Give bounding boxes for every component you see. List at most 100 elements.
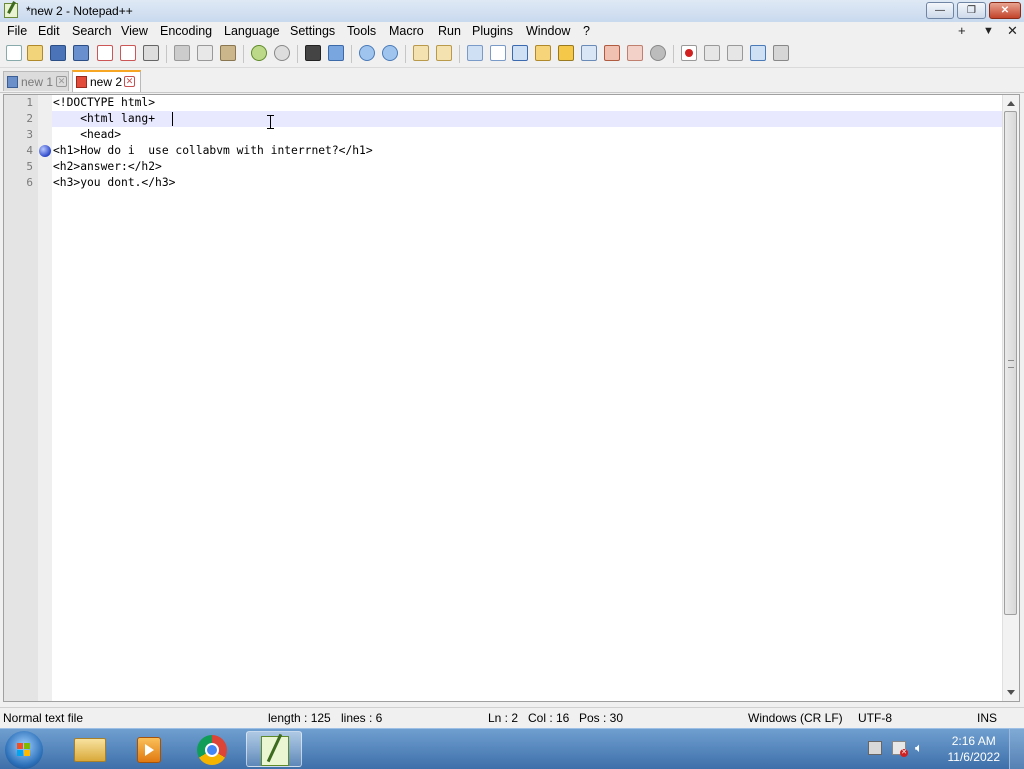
taskbar-media-player[interactable] (122, 731, 178, 767)
menu-help[interactable]: ? (583, 24, 590, 38)
status-lines: lines : 6 (341, 711, 383, 725)
code-line[interactable]: <html lang+ (53, 111, 155, 127)
saved-file-icon (7, 76, 18, 88)
unsaved-file-icon (76, 76, 87, 88)
find-icon[interactable] (305, 45, 321, 61)
code-line[interactable]: <head> (53, 127, 121, 143)
playback-macro-icon[interactable] (727, 45, 743, 61)
status-bar: Normal text file length : 125 lines : 6 … (0, 707, 1024, 729)
close-file-icon[interactable] (97, 45, 113, 61)
new-tab-menu-button[interactable]: + (958, 23, 966, 38)
menu-window[interactable]: Window (526, 24, 570, 38)
minimize-button[interactable]: — (926, 2, 954, 19)
paste-icon[interactable] (220, 45, 236, 61)
tab-label: new 2 (90, 75, 123, 89)
define-language-icon[interactable] (535, 45, 551, 61)
tab-close-icon[interactable]: ✕ (56, 76, 67, 87)
tab-list-menu-button[interactable]: ▼ (983, 25, 994, 37)
zoom-out-icon[interactable] (382, 45, 398, 61)
tab-new-1[interactable]: new 1 ✕ (3, 71, 69, 91)
stop-recording-icon[interactable] (704, 45, 720, 61)
print-icon[interactable] (143, 45, 159, 61)
open-file-icon[interactable] (27, 45, 43, 61)
editor[interactable]: 1 2 3 4 5 6 <!DOCTYPE html> <html lang+ … (3, 94, 1020, 702)
save-macro-icon[interactable] (773, 45, 789, 61)
tab-close-icon[interactable]: ✕ (124, 76, 135, 87)
menu-plugins[interactable]: Plugins (472, 24, 513, 38)
run-macro-multiple-icon[interactable] (750, 45, 766, 61)
bookmark-margin[interactable] (38, 95, 52, 701)
scroll-down-icon[interactable] (1007, 690, 1015, 695)
monitoring-icon[interactable] (627, 45, 643, 61)
menu-encoding[interactable]: Encoding (160, 24, 212, 38)
replace-icon[interactable] (328, 45, 344, 61)
taskbar-explorer[interactable] (62, 731, 118, 767)
code-line[interactable]: <h2>answer:</h2> (53, 159, 162, 175)
tab-label: new 1 (21, 75, 54, 89)
status-encoding: UTF-8 (858, 711, 892, 725)
show-all-characters-icon[interactable] (490, 45, 506, 61)
close-document-menu-button[interactable]: ✕ (1007, 23, 1018, 39)
menu-edit[interactable]: Edit (38, 24, 60, 38)
folder-as-workspace-icon[interactable] (604, 45, 620, 61)
document-map-icon[interactable] (558, 45, 574, 61)
project-panel-icon[interactable] (650, 45, 666, 61)
menu-macro[interactable]: Macro (389, 24, 424, 38)
system-clock[interactable]: 2:16 AM 11/6/2022 (948, 733, 1001, 765)
save-all-icon[interactable] (73, 45, 89, 61)
menu-settings[interactable]: Settings (290, 24, 335, 38)
menu-run[interactable]: Run (438, 24, 461, 38)
tab-bar: new 1 ✕ new 2 ✕ (0, 68, 1024, 93)
taskbar-chrome[interactable] (184, 731, 240, 767)
bookmark-icon[interactable] (39, 145, 51, 157)
undo-icon[interactable] (251, 45, 267, 61)
volume-icon[interactable]: 🔈︎ (915, 741, 929, 755)
status-file-type: Normal text file (3, 711, 84, 725)
indent-guide-icon[interactable] (512, 45, 528, 61)
taskbar-notepadpp[interactable] (246, 731, 302, 767)
clock-date: 11/6/2022 (947, 750, 1001, 764)
function-list-icon[interactable] (581, 45, 597, 61)
network-icon[interactable]: ✕ (892, 741, 908, 757)
line-number: 3 (26, 128, 33, 141)
menu-file[interactable]: File (7, 24, 27, 38)
redo-icon[interactable] (274, 45, 290, 61)
status-pos: Pos : 30 (579, 711, 624, 725)
vertical-scrollbar[interactable] (1002, 95, 1019, 701)
line-number: 4 (26, 144, 33, 157)
line-number-gutter: 1 2 3 4 5 6 (4, 95, 38, 701)
sync-horizontal-icon[interactable] (436, 45, 452, 61)
menu-view[interactable]: View (121, 24, 148, 38)
word-wrap-icon[interactable] (467, 45, 483, 61)
line-number: 1 (26, 96, 33, 109)
toolbar (0, 41, 1024, 68)
code-line[interactable]: <h3>you dont.</h3> (53, 175, 175, 191)
menu-search[interactable]: Search (72, 24, 112, 38)
show-desktop-button[interactable] (1009, 729, 1024, 769)
close-button[interactable]: ✕ (989, 2, 1021, 19)
menu-language[interactable]: Language (224, 24, 280, 38)
start-button[interactable] (5, 731, 43, 769)
scrollbar-thumb[interactable] (1004, 111, 1017, 615)
new-file-icon[interactable] (6, 45, 22, 61)
close-all-icon[interactable] (120, 45, 136, 61)
code-line[interactable]: <!DOCTYPE html> (53, 95, 155, 111)
cut-icon[interactable] (174, 45, 190, 61)
copy-icon[interactable] (197, 45, 213, 61)
code-line[interactable]: <h1>How do i use collabvm with interrnet… (53, 143, 373, 159)
sync-vertical-icon[interactable] (413, 45, 429, 61)
chrome-icon (197, 735, 227, 765)
status-length: length : 125 (268, 711, 331, 725)
action-center-icon[interactable] (868, 741, 882, 755)
media-player-icon (137, 737, 161, 763)
explorer-icon (74, 738, 106, 762)
scroll-up-icon[interactable] (1007, 101, 1015, 106)
tab-new-2[interactable]: new 2 ✕ (72, 70, 141, 92)
record-macro-icon[interactable] (681, 45, 697, 61)
clock-time: 2:16 AM (951, 734, 996, 748)
maximize-button[interactable]: ❐ (957, 2, 986, 19)
save-icon[interactable] (50, 45, 66, 61)
windows-logo-icon (17, 743, 30, 756)
menu-tools[interactable]: Tools (347, 24, 376, 38)
zoom-in-icon[interactable] (359, 45, 375, 61)
